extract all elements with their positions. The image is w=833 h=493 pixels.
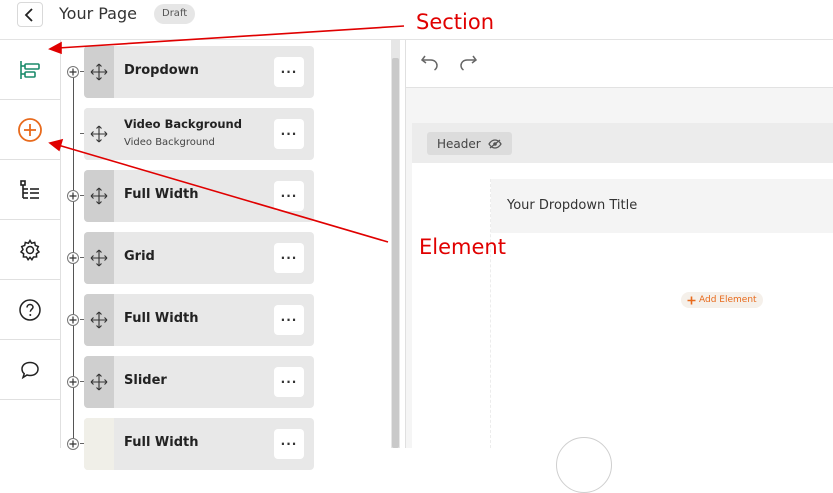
- drag-handle[interactable]: [84, 356, 114, 408]
- header-chip-label: Header: [437, 136, 481, 151]
- drag-handle[interactable]: [84, 108, 114, 160]
- canvas-toolbar: [406, 40, 833, 88]
- section-card[interactable]: Grid ···: [84, 232, 314, 284]
- annotation-section-label: Section: [416, 10, 495, 34]
- page-preview: Header Your Dropdown Title Add Element: [412, 123, 833, 493]
- section-label: Slider: [124, 373, 167, 388]
- comment-icon: [21, 361, 39, 379]
- section-sublabel: Video Background: [124, 137, 215, 148]
- section-label: Grid: [124, 249, 155, 264]
- add-element-label: Add Element: [699, 295, 757, 305]
- undo-icon[interactable]: [420, 52, 440, 72]
- expand-plus-icon[interactable]: [67, 252, 79, 264]
- rail-add-element-button[interactable]: [0, 100, 60, 160]
- circle-element: [556, 437, 612, 493]
- tree-row: Full Width ···: [61, 170, 321, 222]
- move-arrows-icon: [90, 63, 108, 81]
- rail-help-button[interactable]: [0, 280, 60, 340]
- tree-row: Video Background Video Background ···: [61, 108, 321, 160]
- annotation-element-label: Element: [419, 235, 506, 259]
- expand-plus-icon[interactable]: [67, 66, 79, 78]
- tree-row: Full Width ···: [61, 294, 321, 346]
- add-element-button[interactable]: Add Element: [681, 292, 763, 308]
- move-arrows-icon: [90, 249, 108, 267]
- move-arrows-icon: [90, 125, 108, 143]
- layers-panel: Dropdown ··· Video Background Video Back…: [61, 40, 405, 470]
- rail-settings-button[interactable]: [0, 220, 60, 280]
- back-button[interactable]: [17, 2, 43, 27]
- tree-row: Grid ···: [61, 232, 321, 284]
- more-options-button[interactable]: ···: [274, 305, 304, 335]
- drag-handle[interactable]: [84, 232, 114, 284]
- section-label: Video Background: [124, 117, 242, 131]
- rail-sections-button[interactable]: [0, 40, 60, 100]
- header-chip[interactable]: Header: [427, 132, 512, 155]
- help-icon: [19, 298, 41, 321]
- gear-icon: [19, 238, 41, 261]
- page-title: Your Page: [59, 4, 137, 23]
- drag-handle[interactable]: [84, 46, 114, 98]
- expand-plus-icon[interactable]: [67, 376, 79, 388]
- eye-off-icon[interactable]: [487, 138, 502, 149]
- section-card[interactable]: Full Width ···: [84, 294, 314, 346]
- drag-handle[interactable]: [84, 170, 114, 222]
- section-card[interactable]: Slider ···: [84, 356, 314, 408]
- section-label: Full Width: [124, 187, 199, 202]
- expand-plus-icon[interactable]: [67, 190, 79, 202]
- section-label: Dropdown: [124, 63, 199, 78]
- move-arrows-icon: [90, 187, 108, 205]
- tree-structure-icon: [20, 179, 39, 199]
- content-column: Your Dropdown Title Add Element: [490, 179, 833, 493]
- expand-plus-icon[interactable]: [67, 438, 79, 450]
- chevron-left-icon: [24, 7, 33, 22]
- dropdown-element[interactable]: Your Dropdown Title: [491, 179, 833, 233]
- section-label: Full Width: [124, 311, 199, 326]
- section-card[interactable]: Full Width ···: [84, 418, 314, 470]
- tree-row: Slider ···: [61, 356, 321, 408]
- drag-handle[interactable]: [84, 294, 114, 346]
- scrollbar-thumb[interactable]: [392, 58, 399, 448]
- drag-handle[interactable]: [84, 418, 114, 470]
- plus-icon: [687, 296, 696, 304]
- status-badge: Draft: [154, 4, 196, 24]
- rail-comments-button[interactable]: [0, 340, 60, 400]
- header-section[interactable]: Header: [412, 123, 833, 163]
- section-card[interactable]: Full Width ···: [84, 170, 314, 222]
- tree-row: Dropdown ···: [61, 46, 321, 98]
- expand-plus-icon[interactable]: [67, 314, 79, 326]
- more-options-button[interactable]: ···: [274, 119, 304, 149]
- more-options-button[interactable]: ···: [274, 367, 304, 397]
- section-card[interactable]: Dropdown ···: [84, 46, 314, 98]
- section-card[interactable]: Video Background Video Background ···: [84, 108, 314, 160]
- add-element-icon: [18, 117, 42, 142]
- rail-structure-button[interactable]: [0, 160, 60, 220]
- move-arrows-icon: [90, 311, 108, 329]
- panel-scrollbar[interactable]: [391, 40, 400, 448]
- redo-icon[interactable]: [458, 52, 478, 72]
- more-options-button[interactable]: ···: [274, 57, 304, 87]
- section-layers-icon: [20, 60, 40, 79]
- more-options-button[interactable]: ···: [274, 243, 304, 273]
- more-options-button[interactable]: ···: [274, 429, 304, 459]
- tree-row: Full Width ···: [61, 418, 321, 470]
- move-arrows-icon: [90, 373, 108, 391]
- left-icon-rail: [0, 40, 61, 448]
- more-options-button[interactable]: ···: [274, 181, 304, 211]
- dropdown-title: Your Dropdown Title: [507, 198, 638, 213]
